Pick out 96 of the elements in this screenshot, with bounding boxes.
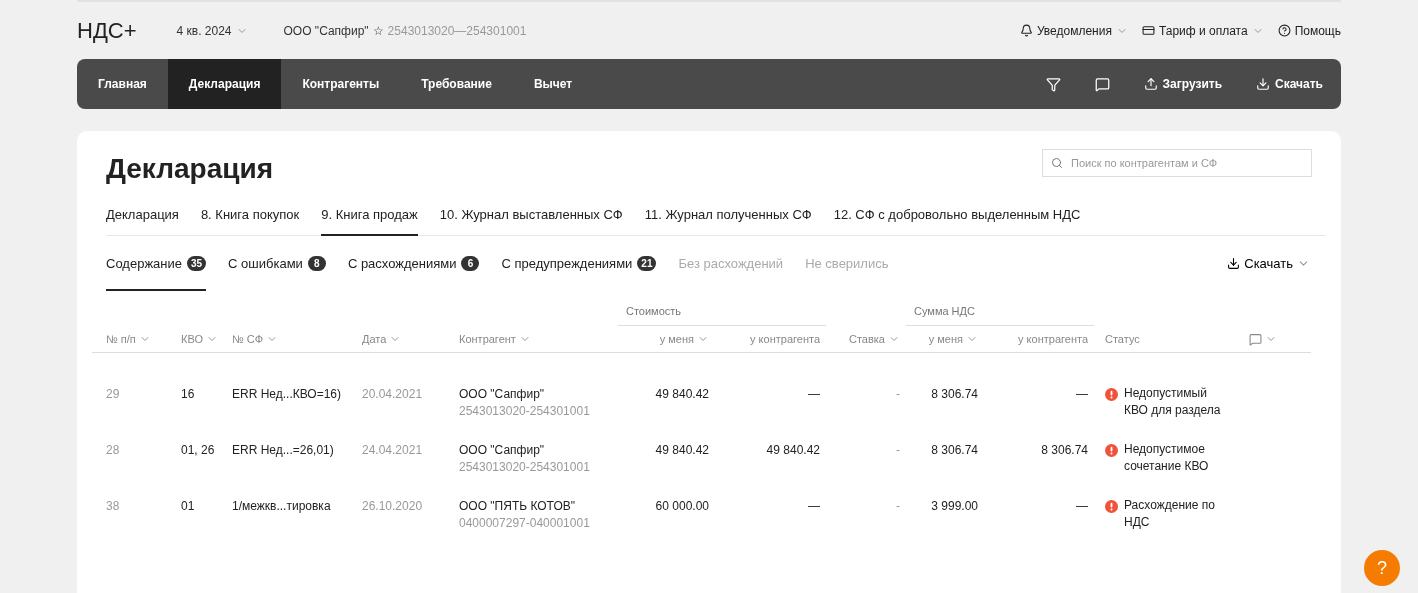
- table-cell-text: -: [895, 387, 901, 401]
- period-selector[interactable]: 4 кв. 2024: [176, 23, 248, 38]
- column-header[interactable]: у меня: [906, 333, 984, 345]
- count-badge: 21: [637, 256, 657, 271]
- contractor-name: ООО "ПЯТЬ КОТОВ": [459, 499, 576, 513]
- count-badge: 6: [461, 256, 480, 271]
- filter-tab[interactable]: Содержание 35: [106, 256, 207, 291]
- star-icon[interactable]: ☆: [372, 23, 384, 38]
- column-header[interactable]: у меня: [618, 333, 715, 345]
- column-header[interactable]: КВО: [181, 333, 232, 345]
- nav-action-button[interactable]: Загрузить: [1143, 77, 1223, 91]
- status-text: Недопустимый КВО для раздела: [1124, 385, 1222, 419]
- table-cell-text: 60 000.00: [654, 499, 710, 513]
- column-header[interactable]: Ставка: [826, 333, 906, 345]
- filter-tab[interactable]: С ошибками 8: [228, 256, 326, 291]
- table-cell-text: 49 840.42: [654, 443, 710, 457]
- table-cell-text: 38: [106, 499, 121, 513]
- column-group-header: Сумма НДС: [906, 305, 1094, 326]
- table-cell-text: 8 306.74: [1040, 443, 1089, 457]
- table-cell-text: 01, 26: [181, 443, 216, 457]
- column-header[interactable]: у контрагента: [984, 333, 1094, 345]
- nav-item[interactable]: Главная: [77, 59, 168, 109]
- status-text: Расхождение по НДС: [1124, 497, 1216, 531]
- section-tab[interactable]: 9. Книга продаж: [321, 207, 418, 236]
- nav-item[interactable]: Вычет: [512, 59, 594, 109]
- section-tab[interactable]: 10. Журнал выставленных СФ: [439, 207, 623, 236]
- count-badge: 35: [187, 256, 207, 271]
- download-icon: [1227, 257, 1241, 270]
- error-icon: [1105, 500, 1118, 513]
- table-cell-text: —: [1075, 499, 1089, 513]
- table-cell-text: 3 999.00: [930, 499, 979, 513]
- header-link[interactable]: Помощь: [1277, 23, 1341, 38]
- help-icon: [1277, 24, 1291, 37]
- filter-tab[interactable]: С расхождениями 6: [347, 256, 480, 291]
- error-icon: [1105, 444, 1118, 457]
- company-ids: 2543013020—254301001: [387, 23, 527, 38]
- nav-action-button[interactable]: Скачать: [1256, 77, 1323, 91]
- table-cell-text: 29: [106, 387, 121, 401]
- table-cell-text: 8 306.74: [930, 443, 979, 457]
- download-icon: [1256, 77, 1271, 91]
- header-link[interactable]: Уведомления: [1019, 23, 1128, 38]
- table-cell-text: -: [895, 499, 901, 513]
- comment-icon: [1249, 332, 1262, 346]
- contractor-ids: 0400007297-040001001: [459, 516, 591, 530]
- card-icon: [1141, 24, 1155, 37]
- table-cell-text: 49 840.42: [765, 443, 821, 457]
- column-header[interactable]: у контрагента: [715, 333, 826, 345]
- header-link[interactable]: Тариф и оплата: [1141, 23, 1264, 38]
- error-icon: [1105, 388, 1118, 401]
- section-tab[interactable]: 11. Журнал полученных СФ: [644, 207, 812, 236]
- table-cell-text: 16: [181, 387, 196, 401]
- contractor-ids: 2543013020-254301001: [459, 460, 591, 474]
- nav-icon-button[interactable]: [1094, 76, 1110, 92]
- nav-icon-button[interactable]: [1045, 76, 1061, 92]
- status-text: Недопустимое сочетание КВО: [1124, 441, 1210, 475]
- table-cell-text: —: [1075, 387, 1089, 401]
- contractor-name: ООО "Сапфир": [459, 387, 546, 401]
- comment-icon: [1094, 76, 1110, 92]
- download-button[interactable]: Скачать: [1227, 256, 1310, 271]
- table-cell-text: 26.10.2020: [362, 499, 424, 513]
- table-cell-text: —: [807, 387, 821, 401]
- table-cell-text: 28: [106, 443, 121, 457]
- count-badge: 8: [307, 256, 326, 271]
- search-icon: [1051, 157, 1063, 169]
- table-cell-text: 24.04.2021: [362, 443, 424, 457]
- contractor-ids: 2543013020-254301001: [459, 404, 591, 418]
- table-cell-text: 01: [181, 499, 196, 513]
- table-cell-text: -: [895, 443, 901, 457]
- contractor-name: ООО "Сапфир": [459, 443, 546, 457]
- filter-icon: [1045, 76, 1061, 92]
- table-cell-text: 8 306.74: [930, 387, 979, 401]
- column-header[interactable]: № п/п: [106, 333, 181, 345]
- table-cell-text: —: [807, 499, 821, 513]
- table-cell-text: ERR Нед...=26,01): [232, 443, 335, 457]
- table-cell-text: 1/межкв...тировка: [232, 499, 332, 513]
- column-group-header: Стоимость: [618, 305, 826, 326]
- column-header[interactable]: Контрагент: [459, 333, 618, 345]
- filter-tab[interactable]: С предупреждениями 21: [501, 256, 657, 291]
- search-field[interactable]: Поиск по контрагентам и СФ: [1042, 149, 1312, 177]
- nav-item[interactable]: Декларация: [167, 59, 282, 109]
- section-tab[interactable]: 8. Книга покупок: [200, 207, 300, 236]
- nav-item[interactable]: Контрагенты: [281, 59, 401, 109]
- table-cell-text: 20.04.2021: [362, 387, 424, 401]
- nav-item[interactable]: Требование: [400, 59, 513, 109]
- upload-icon: [1143, 77, 1158, 91]
- section-tab[interactable]: Декларация: [106, 207, 179, 236]
- company-name: ООО "Сапфир": [283, 23, 369, 38]
- app-logo: НДС+: [77, 17, 137, 44]
- column-header[interactable]: Статус: [1094, 333, 1244, 345]
- bell-icon: [1019, 24, 1033, 37]
- section-tab[interactable]: 12. СФ с добровольно выделенным НДС: [833, 207, 1081, 236]
- column-header[interactable]: № СФ: [232, 333, 362, 345]
- table-cell-text: ERR Нед...КВО=16): [232, 387, 343, 401]
- page-title: Декларация: [106, 152, 273, 185]
- table-cell-text: 49 840.42: [654, 387, 710, 401]
- column-header[interactable]: Дата: [362, 333, 459, 345]
